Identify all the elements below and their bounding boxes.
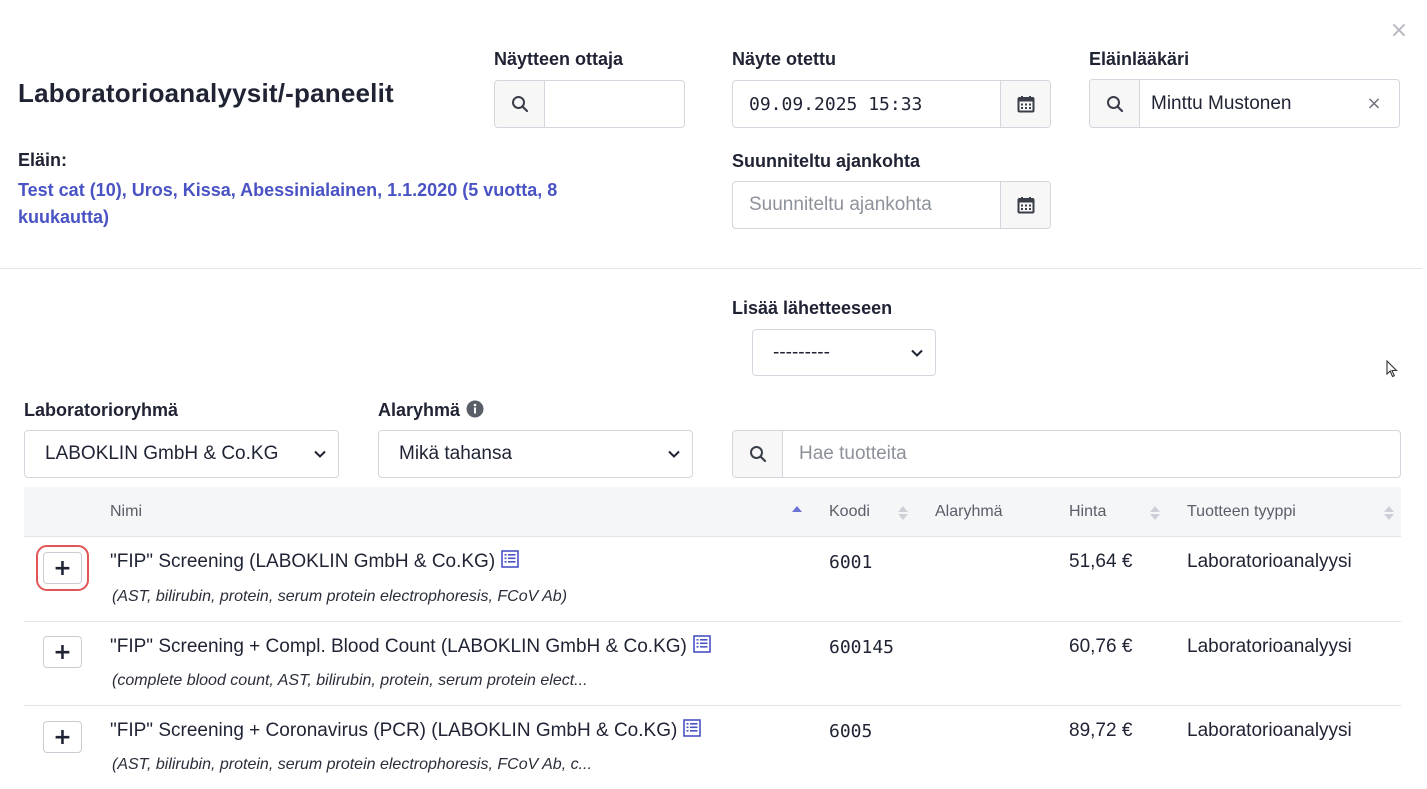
lab-group-value: LABOKLIN GmbH & Co.KG [45,443,279,464]
planned-time-input[interactable] [733,182,1000,228]
chevron-down-icon [314,450,326,458]
page-title: Laboratorioanalyysit/-paneelit [18,78,394,108]
details-list-icon[interactable] [693,635,711,653]
close-icon[interactable]: × [1388,20,1410,42]
sample-taken-field [732,80,1051,128]
animal-info: Test cat (10), Uros, Kissa, Abessinialai… [18,180,558,227]
add-product-button[interactable]: + [43,636,82,668]
section-divider [0,268,1422,269]
product-price: 51,64 € [1069,551,1133,572]
column-price[interactable]: Hinta [1069,487,1106,537]
product-description: (complete blood count, AST, bilirubin, p… [112,672,588,689]
subgroup-select[interactable]: Mikä tahansa [378,430,693,478]
subgroup-label: Alaryhmä [378,400,484,421]
add-to-referral-value: --------- [773,341,830,363]
calendar-icon[interactable] [1000,182,1050,228]
product-name-text: "FIP" Screening + Compl. Blood Count (LA… [110,636,687,657]
product-name-text: "FIP" Screening + Coronavirus (PCR) (LAB… [110,720,678,741]
column-subgroup[interactable]: Alaryhmä [935,487,1003,537]
product-description: (AST, bilirubin, protein, serum protein … [112,588,568,605]
table-row: + "FIP" Screening + Coronavirus (PCR) (L… [24,706,1401,789]
sort-icon[interactable] [1384,504,1394,522]
planned-time-field [732,181,1051,229]
product-name: "FIP" Screening + Compl. Blood Count (LA… [110,635,711,658]
search-icon[interactable] [495,81,545,127]
sort-icon[interactable] [1150,504,1160,522]
search-icon[interactable] [1090,80,1140,127]
add-product-button[interactable]: + [43,721,82,753]
product-type: Laboratorioanalyysi [1187,636,1352,657]
product-code: 600145 [829,637,895,658]
sort-icon[interactable] [898,504,908,522]
calendar-icon[interactable] [1000,81,1050,127]
product-price: 89,72 € [1069,720,1133,741]
sampler-input[interactable] [545,81,684,127]
info-icon[interactable] [466,400,484,418]
product-name: "FIP" Screening (LABOKLIN GmbH & Co.KG) [110,550,519,573]
chevron-down-icon [911,349,923,357]
sampler-field [494,80,685,128]
lab-group-select[interactable]: LABOKLIN GmbH & Co.KG [24,430,339,478]
animal-label: Eläin: [18,150,68,170]
sample-taken-label: Näyte otettu [732,49,837,69]
table-row: + "FIP" Screening + Compl. Blood Count (… [24,622,1401,706]
details-list-icon[interactable] [683,719,702,737]
product-code: 6001 [829,552,873,573]
chevron-down-icon [668,450,680,458]
mouse-cursor-icon [1386,360,1398,378]
product-search-input[interactable] [783,431,1400,477]
table-row: + "FIP" Screening (LABOKLIN GmbH & Co.KG… [24,537,1401,622]
details-list-icon[interactable] [501,550,519,568]
product-code: 6005 [829,721,873,742]
veterinarian-label: Eläinlääkäri [1089,49,1190,69]
sample-taken-input[interactable] [733,81,1000,127]
sort-asc-icon[interactable] [792,504,802,522]
column-type[interactable]: Tuotteen tyyppi [1187,487,1296,537]
veterinarian-field: × [1089,79,1400,128]
add-product-button[interactable]: + [36,545,89,591]
clear-icon[interactable]: × [1349,80,1399,127]
add-to-referral-select[interactable]: --------- [752,329,936,376]
subgroup-value: Mikä tahansa [399,443,513,464]
column-code[interactable]: Koodi [829,487,870,537]
product-price: 60,76 € [1069,636,1133,657]
sampler-label: Näytteen ottaja [494,49,624,69]
column-name[interactable]: Nimi [110,487,142,537]
product-name-text: "FIP" Screening (LABOKLIN GmbH & Co.KG) [110,551,496,572]
product-search-field [732,430,1401,478]
add-to-referral-label: Lisää lähetteeseen [732,298,893,318]
search-icon[interactable] [733,431,783,477]
subgroup-label-text: Alaryhmä [378,400,461,420]
product-name: "FIP" Screening + Coronavirus (PCR) (LAB… [110,719,702,742]
product-type: Laboratorioanalyysi [1187,720,1352,741]
veterinarian-input[interactable] [1140,80,1349,127]
lab-group-label: Laboratorioryhmä [24,400,179,420]
product-description: (AST, bilirubin, protein, serum protein … [112,756,592,773]
table-header: Nimi Koodi Alaryhmä Hinta Tuotteen tyypp… [24,487,1401,537]
planned-time-label: Suunniteltu ajankohta [732,151,921,171]
product-type: Laboratorioanalyysi [1187,551,1352,572]
